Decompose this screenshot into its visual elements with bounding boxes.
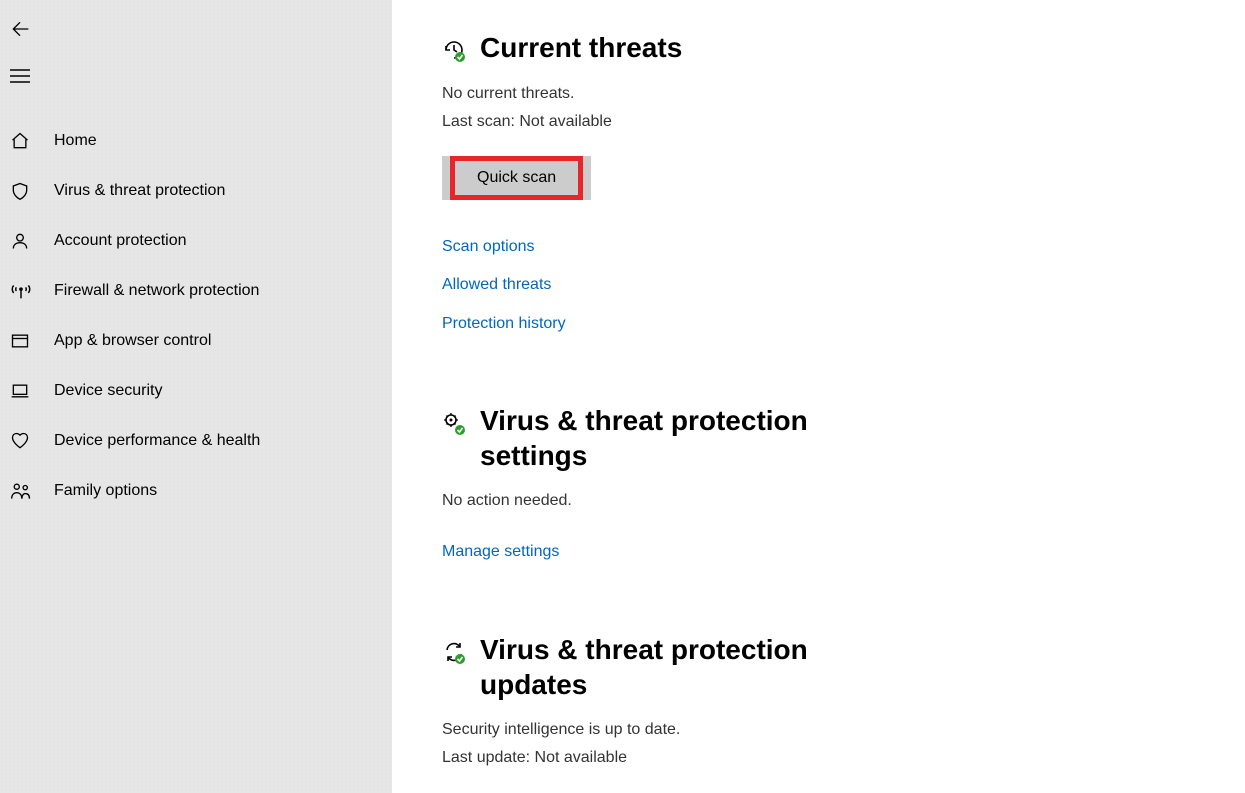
manage-settings-link[interactable]: Manage settings [442,533,1195,571]
section-title-current-threats: Current threats [480,30,682,65]
sidebar-item-label: App & browser control [54,332,211,350]
sidebar: Home Virus & threat protection Account p… [0,0,392,793]
hamburger-icon [10,68,54,84]
hamburger-menu-button[interactable] [0,52,392,100]
heartbeat-icon [10,431,54,451]
sidebar-item-label: Account protection [54,232,187,250]
allowed-threats-link[interactable]: Allowed threats [442,266,1195,304]
section-title-vtp-updates: Virus & threat protection updates [480,632,840,702]
sidebar-item-label: Device security [54,382,162,400]
protection-history-link[interactable]: Protection history [442,305,1195,343]
last-update-text: Last update: Not available [442,744,1195,772]
main-content: Current threats No current threats. Last… [392,0,1245,793]
sidebar-item-device-security[interactable]: Device security [0,366,392,416]
check-updates-link[interactable]: Check for updates [442,790,1195,793]
no-action-text: No action needed. [442,487,1195,515]
shield-icon [10,181,54,201]
sidebar-item-virus-protection[interactable]: Virus & threat protection [0,166,392,216]
history-check-icon [442,38,466,66]
laptop-icon [10,381,54,401]
quick-scan-button[interactable]: Quick scan [450,156,583,200]
sidebar-item-label: Firewall & network protection [54,282,259,300]
antenna-icon [10,281,54,301]
section-current-threats: Current threats No current threats. Last… [442,30,1195,343]
section-title-vtp-settings: Virus & threat protection settings [480,403,840,473]
up-to-date-text: Security intelligence is up to date. [442,716,1195,744]
sidebar-item-family[interactable]: Family options [0,466,392,516]
sidebar-item-label: Family options [54,482,157,500]
quick-scan-button-wrapper: Quick scan [442,156,591,200]
refresh-check-icon [442,640,466,668]
home-icon [10,131,54,151]
back-button[interactable] [0,6,392,52]
sidebar-item-account-protection[interactable]: Account protection [0,216,392,266]
sidebar-item-device-health[interactable]: Device performance & health [0,416,392,466]
window-icon [10,331,54,351]
scan-options-link[interactable]: Scan options [442,228,1195,266]
no-threats-text: No current threats. [442,80,1195,108]
back-arrow-icon [10,19,54,39]
section-vtp-settings: Virus & threat protection settings No ac… [442,403,1195,571]
section-vtp-updates: Virus & threat protection updates Securi… [442,632,1195,793]
last-scan-text: Last scan: Not available [442,108,1195,136]
sidebar-item-label: Virus & threat protection [54,182,225,200]
family-icon [10,481,54,501]
sidebar-item-firewall[interactable]: Firewall & network protection [0,266,392,316]
sidebar-item-label: Home [54,132,97,150]
sidebar-item-home[interactable]: Home [0,116,392,166]
gear-check-icon [442,411,466,439]
sidebar-item-app-browser[interactable]: App & browser control [0,316,392,366]
person-icon [10,231,54,251]
sidebar-item-label: Device performance & health [54,432,260,450]
